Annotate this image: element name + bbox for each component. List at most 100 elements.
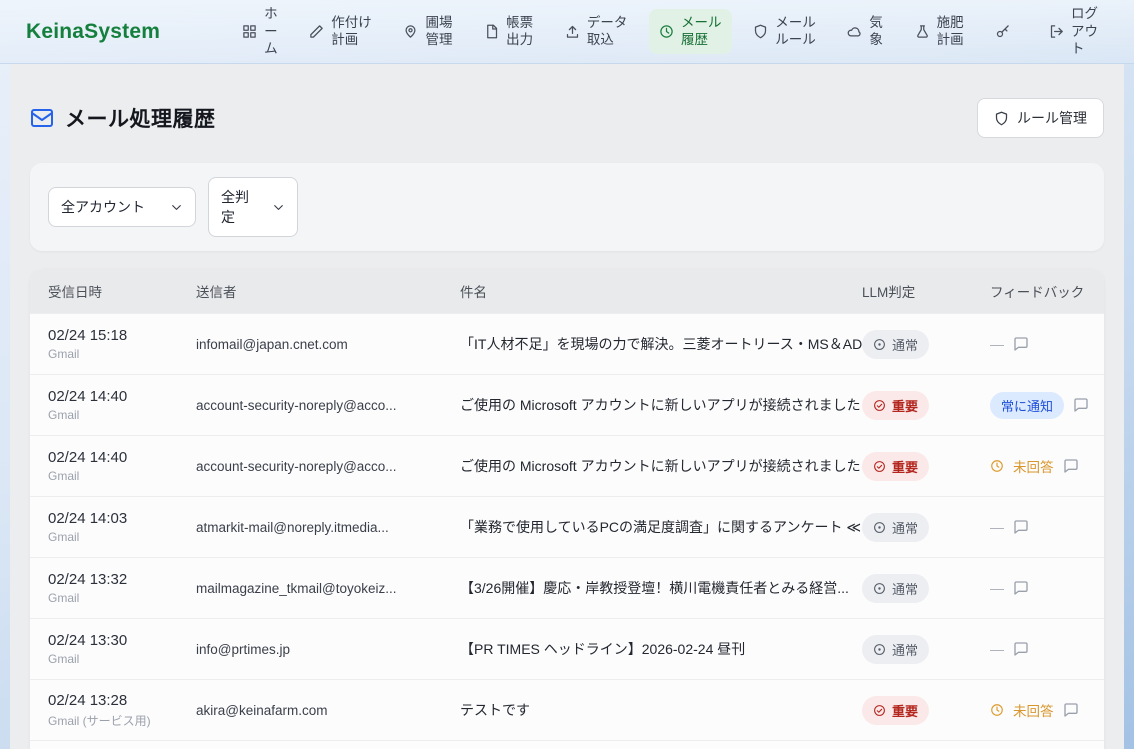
judgment-badge: 重要: [862, 391, 929, 420]
key-icon: [995, 24, 1010, 39]
comment-bubble-icon[interactable]: [1013, 336, 1029, 352]
top-navbar: KeinaSystem ホ ー ム 作付け 計画 圃場 管理 帳票 出力: [0, 0, 1134, 64]
account-label: Gmail: [48, 652, 196, 666]
column-header-subject: 件名: [460, 281, 862, 301]
column-header-judgment: LLM判定: [862, 281, 990, 301]
table-body: 02/24 15:18 Gmail infomail@japan.cnet.co…: [30, 313, 1104, 749]
nav-item-key[interactable]: [985, 19, 1027, 44]
history-icon: [659, 24, 674, 39]
clock-icon: [990, 703, 1004, 717]
comment-bubble-icon[interactable]: [1063, 458, 1079, 474]
judgment-badge: 通常: [862, 574, 929, 603]
cell-sender: info@prtimes.jp: [196, 642, 460, 657]
check-circle-icon: [873, 399, 886, 412]
cell-sender: infomail@japan.cnet.com: [196, 337, 460, 352]
feedback-label: —: [990, 336, 1004, 352]
cell-sender: account-security-noreply@acco...: [196, 398, 460, 413]
column-header-feedback: フィードバック: [990, 281, 1104, 301]
table-header-row: 受信日時 送信者 件名 LLM判定 フィードバック: [30, 269, 1104, 313]
received-time: 02/24 13:28: [48, 692, 196, 709]
feedback-label: —: [990, 580, 1004, 596]
nav-item-history[interactable]: メール 履歴: [649, 9, 732, 54]
judgment-filter-select[interactable]: 全判定: [208, 177, 298, 237]
nav-item-label: 作付け 計画: [331, 14, 372, 49]
nav-item-shield[interactable]: メール ルール: [743, 9, 826, 54]
judgment-badge: 通常: [862, 513, 929, 542]
nav-item-cloud[interactable]: 気 象: [837, 9, 893, 54]
main-panel: メール処理履歴 ルール管理 全アカウント 全判定 受信日時 送信者 件名 LLM…: [10, 64, 1124, 749]
page-title: メール処理履歴: [65, 103, 216, 133]
nav-item-logout[interactable]: ログ アウ ト: [1039, 0, 1108, 63]
map-pin-icon: [403, 24, 418, 39]
nav-item-document[interactable]: 帳票 出力: [474, 9, 543, 54]
comment-bubble-icon[interactable]: [1073, 397, 1089, 413]
cell-judgment: 重要: [862, 452, 990, 481]
cell-subject: 「IT人材不足」を現場の力で解決。三菱オートリース・MS＆AD...: [460, 334, 862, 354]
comment-bubble-icon[interactable]: [1013, 641, 1029, 657]
received-time: 02/24 14:03: [48, 510, 196, 527]
feedback-label: 常に通知: [990, 392, 1064, 419]
nav-item-pencil[interactable]: 作付け 計画: [299, 9, 382, 54]
cell-subject: 【3/26開催】慶応・岸教授登壇！横川電機責任者とみる経営...: [460, 578, 862, 598]
table-row[interactable]: 02/24 14:40 Gmail account-security-norep…: [30, 435, 1104, 496]
account-label: Gmail: [48, 347, 196, 361]
table-row[interactable]: 02/24 13:28 Gmail (サービス用) akira@keinafar…: [30, 679, 1104, 740]
judgment-badge: 通常: [862, 330, 929, 359]
cell-subject: ご使用の Microsoft アカウントに新しいアプリが接続されました: [460, 395, 862, 415]
nav-item-label: 帳票 出力: [506, 14, 533, 49]
rule-management-label: ルール管理: [1017, 108, 1087, 128]
cell-feedback: —: [990, 519, 1104, 535]
cell-feedback: —: [990, 336, 1104, 352]
feedback-label: 未回答: [1013, 700, 1054, 720]
judgment-label: 通常: [892, 335, 918, 354]
cell-datetime: 02/24 14:03 Gmail: [48, 510, 196, 544]
feedback-label: —: [990, 519, 1004, 535]
cell-feedback: —: [990, 580, 1104, 596]
pencil-icon: [309, 24, 324, 39]
comment-bubble-icon[interactable]: [1063, 702, 1079, 718]
table-row[interactable]: 02/24 13:32 Gmail mailmagazine_tkmail@to…: [30, 557, 1104, 618]
comment-bubble-icon[interactable]: [1013, 519, 1029, 535]
home-icon: [242, 24, 257, 39]
cell-judgment: 通常: [862, 513, 990, 542]
nav-item-flask[interactable]: 施肥 計画: [905, 9, 974, 54]
check-circle-icon: [873, 460, 886, 473]
brand-logo[interactable]: KeinaSystem: [26, 20, 160, 44]
chevron-down-icon: [272, 201, 285, 214]
account-label: Gmail: [48, 530, 196, 544]
received-time: 02/24 13:30: [48, 632, 196, 649]
judgment-label: 通常: [892, 579, 918, 598]
nav-item-label: メール 履歴: [681, 14, 722, 49]
comment-bubble-icon[interactable]: [1013, 580, 1029, 596]
cell-feedback: 常に通知: [990, 392, 1104, 419]
chevron-down-icon: [170, 201, 183, 214]
nav-item-home[interactable]: ホ ー ム: [232, 0, 288, 63]
cell-datetime: 02/24 13:32 Gmail: [48, 571, 196, 605]
table-row[interactable]: 02/24 12:10 digital@kochinews.jp 四万十福祉専門…: [30, 740, 1104, 749]
account-label: Gmail (サービス用): [48, 712, 196, 729]
table-row[interactable]: 02/24 15:18 Gmail infomail@japan.cnet.co…: [30, 313, 1104, 374]
table-row[interactable]: 02/24 13:30 Gmail info@prtimes.jp 【PR TI…: [30, 618, 1104, 679]
table-row[interactable]: 02/24 14:03 Gmail atmarkit-mail@noreply.…: [30, 496, 1104, 557]
cell-subject: 「業務で使用しているPCの満足度調査」に関するアンケート ≪...: [460, 517, 862, 537]
rule-management-button[interactable]: ルール管理: [977, 98, 1104, 138]
nav-item-label: ログ アウ ト: [1071, 5, 1098, 58]
nav-item-map-pin[interactable]: 圃場 管理: [393, 9, 462, 54]
table-row[interactable]: 02/24 14:40 Gmail account-security-norep…: [30, 374, 1104, 435]
judgment-label: 重要: [892, 457, 918, 476]
upload-icon: [565, 24, 580, 39]
cell-datetime: 02/24 15:18 Gmail: [48, 327, 196, 361]
feedback-label: 未回答: [1013, 456, 1054, 476]
received-time: 02/24 13:32: [48, 571, 196, 588]
account-label: Gmail: [48, 469, 196, 483]
account-filter-select[interactable]: 全アカウント: [48, 187, 196, 227]
logout-icon: [1049, 24, 1064, 39]
dot-circle-icon: [873, 582, 886, 595]
cell-feedback: 未回答: [990, 700, 1104, 720]
nav-item-upload[interactable]: データ 取込: [555, 9, 638, 54]
feedback-label: —: [990, 641, 1004, 657]
nav-item-label: 圃場 管理: [425, 14, 452, 49]
mail-history-table: 受信日時 送信者 件名 LLM判定 フィードバック 02/24 15:18 Gm…: [30, 269, 1104, 749]
cell-datetime: 02/24 13:30 Gmail: [48, 632, 196, 666]
judgment-badge: 重要: [862, 696, 929, 725]
